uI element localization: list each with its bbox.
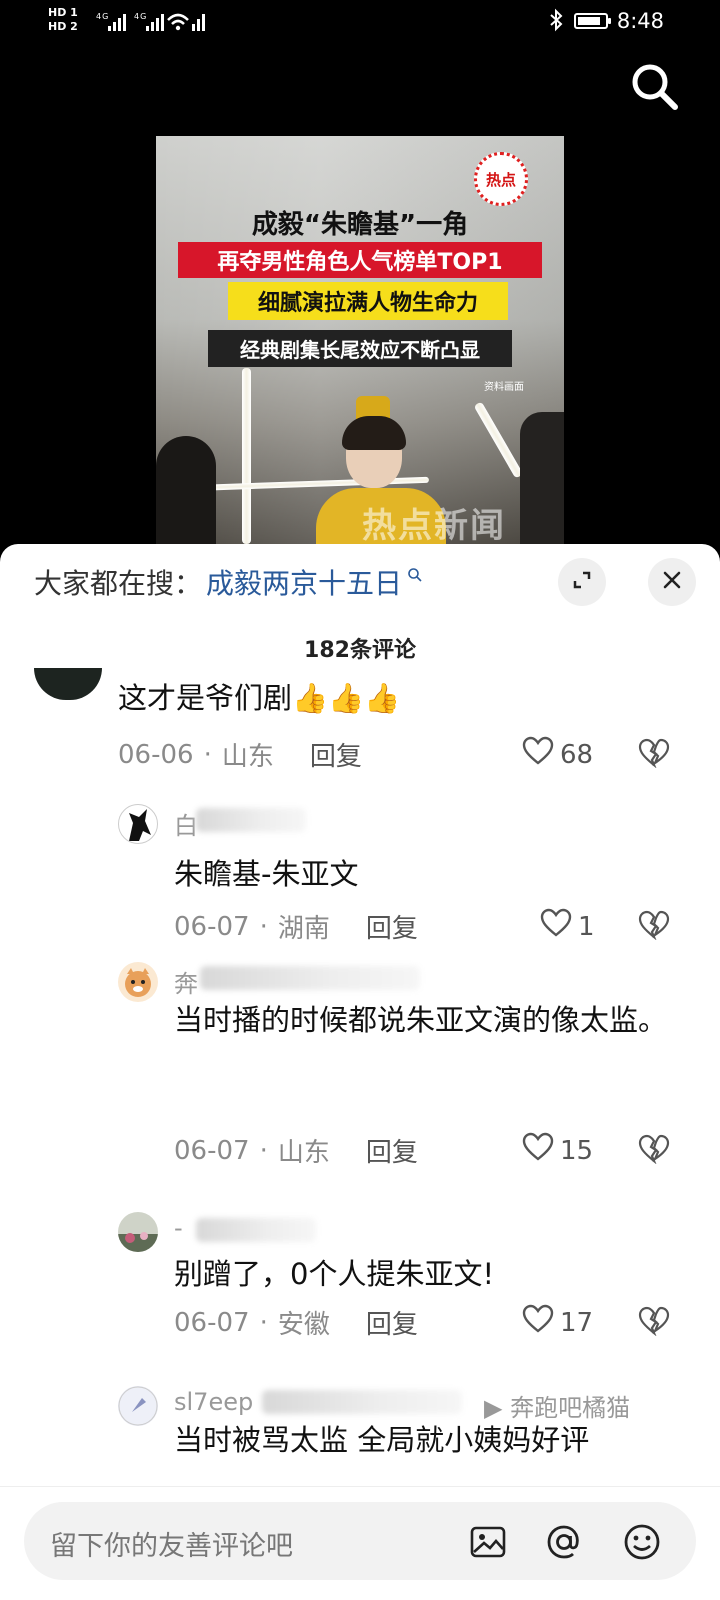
- crew-person: [156, 436, 216, 544]
- like-button[interactable]: 1: [540, 908, 595, 945]
- search-icon[interactable]: [628, 60, 682, 114]
- trending-search[interactable]: 大家都在搜： 成毅两京十五日: [34, 562, 423, 602]
- dislike-button[interactable]: [638, 738, 670, 772]
- broken-heart-icon: [638, 910, 670, 944]
- comment-sheet: 大家都在搜： 成毅两京十五日 182条评论 这才是爷们剧👍👍👍 06-06 · 山…: [0, 544, 720, 1600]
- close-button[interactable]: [648, 558, 696, 606]
- comment-text: 当时播的时候都说朱亚文演的像太监。: [174, 1003, 668, 1037]
- comment-location: 湖南: [277, 914, 330, 944]
- emoji-icon[interactable]: [622, 1522, 662, 1562]
- trending-term[interactable]: 成毅两京十五日: [206, 567, 402, 600]
- comment-text: 朱瞻基-朱亚文: [174, 857, 359, 891]
- avatar[interactable]: [118, 962, 158, 1002]
- blurred-name: [196, 1218, 316, 1242]
- commenter-name[interactable]: sl7eep: [174, 1388, 253, 1416]
- small-search-icon: [402, 567, 423, 587]
- svg-text:4G: 4G: [134, 12, 147, 21]
- video-caption-dark: 经典剧集长尾效应不断凸显: [208, 330, 512, 367]
- heart-icon: [522, 736, 554, 773]
- status-bar: HD 1 HD 2 4G 4G 8:48: [0, 0, 720, 44]
- blurred-name: [196, 808, 306, 832]
- image-icon[interactable]: [468, 1522, 508, 1562]
- archive-footage-note: 资料画面: [484, 382, 524, 393]
- expand-icon: [570, 568, 594, 596]
- commenter-name[interactable]: 奔: [174, 964, 198, 999]
- expand-button[interactable]: [558, 558, 606, 606]
- comment-location: 安徽: [277, 1310, 330, 1340]
- meta-dot: ·: [259, 1135, 268, 1166]
- video-caption-red: 再夺男性角色人气榜单TOP1: [178, 242, 542, 278]
- trending-label: 大家都在搜：: [34, 567, 203, 600]
- light-stick: [242, 368, 251, 544]
- comment-meta: 06-07 · 安徽 回复: [174, 1304, 418, 1341]
- comment-date: 06-07: [174, 1307, 250, 1338]
- comment-meta: 06-07 · 山东 回复: [174, 1132, 418, 1169]
- like-count: 17: [560, 1307, 594, 1338]
- comment-meta: 06-06 · 山东 回复: [118, 736, 362, 773]
- clock: 8:48: [616, 9, 664, 33]
- avatar[interactable]: [118, 1212, 158, 1252]
- crew-person: [520, 412, 564, 544]
- like-button[interactable]: 15: [522, 1132, 593, 1169]
- comment-text: 这才是爷们剧👍👍👍: [118, 681, 401, 715]
- meta-dot: ·: [259, 911, 268, 942]
- sim-indicators: HD 1 HD 2: [48, 6, 78, 34]
- sim1-label: HD 1: [48, 6, 78, 19]
- battery-icon: [574, 13, 611, 29]
- broken-heart-icon: [638, 1306, 670, 1340]
- hot-badge: 热点: [474, 152, 528, 206]
- comment-input[interactable]: 留下你的友善评论吧: [24, 1502, 696, 1580]
- meta-dot: ·: [203, 739, 212, 770]
- signal-icon: 4G 4G: [96, 10, 206, 38]
- reply-button[interactable]: 回复: [366, 1304, 418, 1341]
- avatar[interactable]: [118, 1386, 158, 1426]
- heart-icon: [540, 908, 572, 945]
- svg-text:4G: 4G: [96, 12, 109, 21]
- comment-location: 山东: [221, 742, 274, 772]
- video-title: 成毅“朱瞻基”一角: [251, 210, 469, 240]
- commenter-name[interactable]: 白: [174, 806, 198, 841]
- comment-text: 别蹭了，0个人提朱亚文!: [174, 1257, 495, 1291]
- comment-text: 当时被骂太监 全局就小姨妈好评: [174, 1423, 590, 1457]
- broken-heart-icon: [638, 1134, 670, 1168]
- bluetooth-icon: [548, 8, 564, 37]
- dislike-button[interactable]: [638, 1134, 670, 1168]
- close-icon: [661, 569, 683, 595]
- avatar[interactable]: [34, 668, 102, 700]
- reply-button[interactable]: 回复: [310, 736, 362, 773]
- like-count: 15: [560, 1135, 594, 1166]
- dislike-button[interactable]: [638, 1306, 670, 1340]
- meta-dot: ·: [259, 1307, 268, 1338]
- reply-button[interactable]: 回复: [366, 908, 418, 945]
- watermark: 热点新闻: [362, 506, 506, 544]
- blurred-name: [200, 966, 420, 990]
- reply-button[interactable]: 回复: [366, 1132, 418, 1169]
- like-count: 68: [560, 739, 594, 770]
- comment-count: 182条评论: [304, 638, 416, 663]
- avatar[interactable]: [118, 804, 158, 844]
- comment-placeholder: 留下你的友善评论吧: [50, 1531, 293, 1562]
- video-caption-yellow: 细腻演拉满人物生命力: [228, 282, 508, 320]
- like-button[interactable]: 68: [522, 736, 593, 773]
- heart-icon: [522, 1304, 554, 1341]
- comment-meta: 06-07 · 湖南 回复: [174, 908, 418, 945]
- comment-date: 06-06: [118, 739, 194, 770]
- blurred-name: [262, 1390, 462, 1414]
- heart-icon: [522, 1132, 554, 1169]
- comment-date: 06-07: [174, 1135, 250, 1166]
- video-thumbnail[interactable]: 热点 成毅“朱瞻基”一角 再夺男性角色人气榜单TOP1 细腻演拉满人物生命力 经…: [156, 136, 564, 544]
- comment-date: 06-07: [174, 911, 250, 942]
- broken-heart-icon: [638, 738, 670, 772]
- at-icon[interactable]: [544, 1522, 584, 1562]
- sim2-label: HD 2: [48, 20, 78, 33]
- comment-location: 山东: [277, 1138, 330, 1168]
- like-count: 1: [578, 911, 595, 942]
- like-button[interactable]: 17: [522, 1304, 593, 1341]
- dislike-button[interactable]: [638, 910, 670, 944]
- commenter-name[interactable]: -: [174, 1214, 183, 1242]
